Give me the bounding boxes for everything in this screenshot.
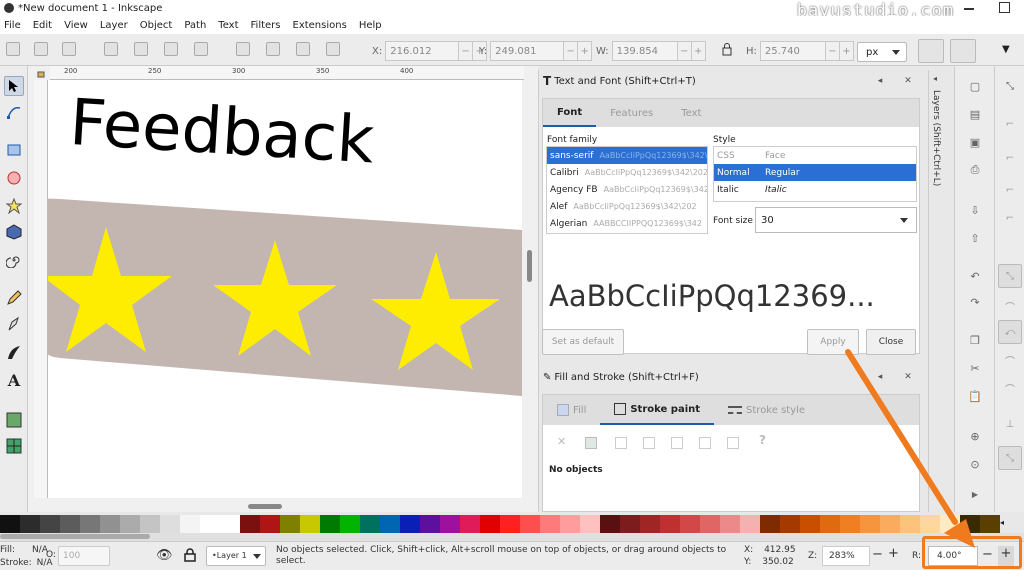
annotation-arrow xyxy=(845,349,958,525)
annotation-overlay xyxy=(845,349,975,548)
annotation-highlight xyxy=(922,536,1022,569)
